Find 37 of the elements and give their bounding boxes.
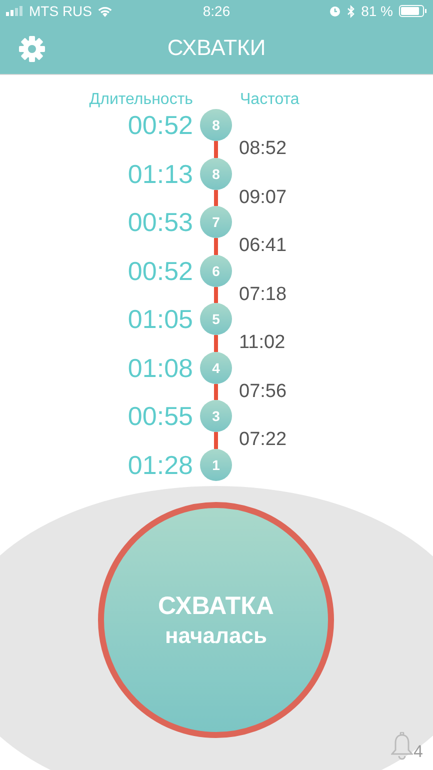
contraction-number: 8 (200, 158, 232, 190)
duration-value: 01:05 (126, 303, 193, 335)
duration-value: 00:52 (126, 254, 193, 286)
battery-icon (399, 5, 427, 17)
contraction-number: 5 (200, 303, 232, 335)
duration-value: 00:52 (126, 109, 193, 141)
contraction-number: 6 (200, 254, 232, 286)
notification-count: 4 (414, 743, 423, 760)
screen-title: СХВАТКИ (167, 35, 266, 61)
signal-icon (6, 6, 24, 16)
settings-icon[interactable] (18, 35, 46, 63)
interval-value: 08:52 (239, 141, 288, 158)
interval-value: 07:56 (239, 384, 288, 400)
contraction-number: 1 (200, 448, 232, 480)
clock-time: 8:26 (202, 3, 230, 19)
interval-value: 07:18 (239, 286, 288, 303)
duration-value: 01:08 (126, 352, 193, 384)
contraction-number: 3 (200, 400, 232, 432)
contraction-number: 4 (200, 352, 232, 384)
interval-value: 07:22 (239, 432, 288, 448)
bluetooth-icon (347, 4, 356, 18)
column-header: Длительность (88, 90, 193, 109)
interval-value: 11:02 (239, 335, 286, 352)
duration-value: 01:28 (126, 448, 193, 480)
carrier-name: MTS RUS (29, 3, 92, 19)
interval-value: 06:41 (239, 238, 288, 254)
bell-icon[interactable] (390, 732, 413, 760)
wifi-icon (97, 5, 113, 17)
battery-percent: 81 % (361, 3, 393, 19)
duration-value: 00:53 (126, 206, 193, 238)
contraction-number: 8 (200, 109, 232, 141)
contraction-number: 7 (200, 206, 232, 238)
interval-value: 09:07 (239, 190, 288, 206)
duration-value: 00:55 (126, 400, 193, 432)
column-header: Частота (239, 90, 300, 109)
alarm-icon (329, 5, 342, 17)
duration-value: 01:13 (126, 158, 193, 190)
